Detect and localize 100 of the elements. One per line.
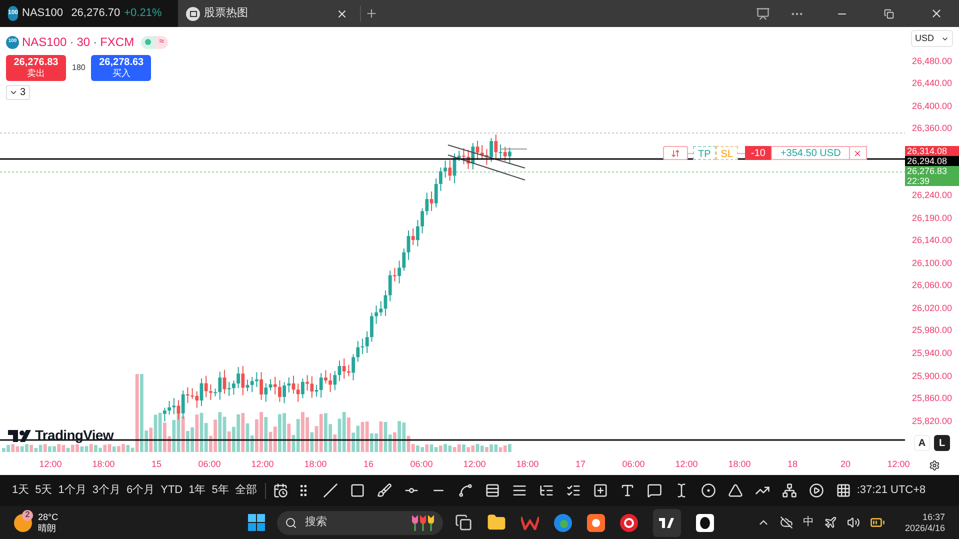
scale-button[interactable]: A (914, 435, 930, 451)
browser-icon[interactable] (554, 514, 572, 532)
clock-date: 2026/4/16 (904, 522, 945, 534)
period-button[interactable]: 5天 (32, 480, 56, 502)
position-pnl: +354.50 USD (771, 146, 850, 160)
rows-icon[interactable] (484, 483, 500, 498)
close-position-icon[interactable] (850, 146, 867, 160)
buy-button[interactable]: 26,278.63 买入 (91, 55, 152, 81)
period-button[interactable]: 全部 (232, 480, 260, 502)
time-label: 06:00 (409, 458, 434, 472)
cloud-off-icon[interactable] (780, 516, 793, 529)
chevron-down-icon (9, 88, 18, 97)
market-open-indicator (141, 36, 156, 48)
diagonal-line-icon[interactable] (322, 483, 338, 498)
price-label: 25,980.00 (912, 324, 952, 338)
period-button[interactable]: 1年 (186, 480, 209, 502)
tab-price: 26,276.70 (71, 6, 120, 22)
volume-icon[interactable] (846, 516, 860, 529)
price-label: 26,400.00 (912, 100, 952, 113)
price-marker: 26,276.83 22:39 (905, 166, 959, 186)
play-icon[interactable] (808, 483, 824, 498)
price-label: 25,940.00 (912, 347, 952, 360)
tab-title: 股票热图 (204, 6, 248, 22)
currency-selector[interactable]: USD (911, 30, 953, 47)
presentation-icon[interactable] (756, 6, 770, 20)
price-label: 26,240.00 (912, 188, 952, 202)
trading-app-icon[interactable] (653, 508, 682, 536)
comment-icon[interactable] (646, 483, 662, 498)
period-button[interactable]: 1天 (9, 480, 32, 502)
spread-value: 180 (72, 62, 86, 74)
time-label: 20 (839, 458, 852, 472)
time-label: 06:00 (197, 458, 222, 472)
spline-icon[interactable] (458, 483, 473, 498)
calendar-icon[interactable] (272, 483, 288, 498)
price-label: 26,140.00 (912, 234, 952, 248)
align-justify-icon[interactable] (512, 483, 527, 498)
period-button[interactable]: YTD (158, 480, 186, 502)
folder-icon[interactable] (487, 513, 506, 532)
price-label: 26,020.00 (912, 302, 952, 315)
restore-icon[interactable] (884, 8, 894, 18)
symbol-source: FXCM (100, 34, 134, 51)
period-button[interactable]: 6个月 (124, 480, 158, 502)
price-label: 26,480.00 (912, 54, 952, 68)
time-label: 18 (786, 458, 798, 472)
tab-title: NAS100 (22, 6, 63, 22)
list-checks-icon[interactable] (566, 483, 581, 498)
close-icon[interactable] (336, 8, 348, 20)
period-button[interactable]: 3个月 (89, 480, 124, 502)
brush-icon[interactable] (376, 483, 392, 498)
battery-icon[interactable] (870, 515, 885, 530)
price-marker: 26,294.08 (905, 156, 959, 166)
price-label: 26,060.00 (912, 279, 952, 292)
triangle-icon[interactable] (728, 483, 743, 498)
airplane-icon[interactable] (824, 516, 837, 529)
time-label: 18:00 (515, 458, 540, 472)
time-label: 15 (150, 458, 162, 472)
clock-time: 16:37 (922, 512, 945, 522)
reverse-icon[interactable] (663, 146, 688, 160)
symbol-name: NAS100 (22, 34, 67, 51)
close-window-icon[interactable] (930, 7, 943, 20)
ray-line (500, 148, 528, 150)
scale-button[interactable]: L (934, 435, 950, 451)
time-label: 16 (362, 458, 374, 472)
settings-icon[interactable] (929, 460, 940, 470)
search-field[interactable]: 搜索 (277, 510, 444, 534)
tulips-icon (409, 514, 436, 530)
price-label: 26,440.00 (912, 77, 952, 90)
sell-button[interactable]: 26,276.83 卖出 (6, 55, 66, 81)
windows-logo-icon[interactable] (248, 514, 266, 531)
circle-dot-icon[interactable] (700, 483, 716, 498)
period-button[interactable]: 1个月 (55, 480, 90, 502)
logo-icon (8, 430, 34, 442)
status-glyph: ≈ (155, 36, 168, 48)
square-plus-icon[interactable] (592, 483, 608, 498)
network-icon[interactable] (782, 483, 797, 498)
period-button[interactable]: 5年 (208, 480, 232, 502)
separator-dot: · (93, 34, 98, 51)
price-label: 25,820.00 (912, 414, 952, 428)
time-label: 18:00 (91, 458, 116, 472)
new-tab-icon[interactable] (365, 7, 378, 20)
task-view-icon[interactable] (455, 514, 472, 531)
search-icon (285, 516, 298, 528)
app-icon[interactable] (587, 514, 606, 532)
input-method-text[interactable]: 中 (802, 514, 814, 531)
logo-text: TradingView (35, 426, 114, 445)
time-label: 17 (574, 458, 586, 472)
notification-badge: 2 (22, 510, 33, 520)
price-label: 26,100.00 (912, 256, 952, 270)
position-quantity: -10 (745, 146, 772, 160)
square-icon[interactable] (350, 483, 365, 498)
time-label: 18:00 (727, 458, 752, 472)
list-tree-icon[interactable] (538, 483, 554, 498)
price-label: 26,190.00 (912, 212, 952, 225)
price-marker: 26,314.08 (905, 146, 959, 156)
music-app-icon[interactable] (620, 514, 638, 532)
text-icon[interactable] (620, 483, 635, 498)
time-label: 18:00 (303, 458, 328, 472)
time-label: 12:00 (250, 458, 275, 472)
indicators-toggle[interactable]: 3 (6, 85, 30, 100)
clock-text: :37:21 UTC+8 (856, 483, 926, 498)
